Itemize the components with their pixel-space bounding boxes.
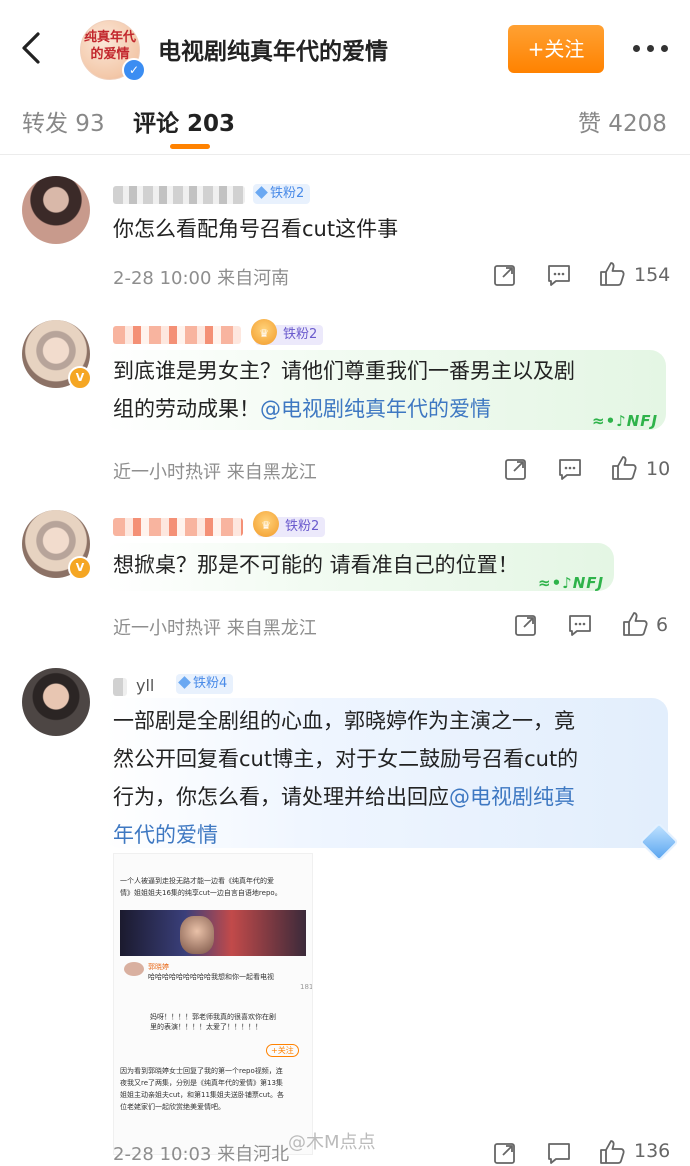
- active-tab-indicator: [170, 144, 210, 149]
- verified-icon: ✓: [122, 58, 146, 82]
- video-thumbnail: [120, 910, 306, 956]
- repost-button[interactable]: [503, 456, 529, 482]
- like-count: 10: [646, 458, 671, 480]
- comment-item: V ♛ 铁粉2 想掀桌？那是不可能的 请看准自己的位置！ ≈•♪NFJ 近一小时热…: [0, 500, 690, 658]
- image-text: 哈哈哈哈哈哈哈哈哈我想和你一起看电视: [148, 973, 274, 981]
- poster-avatar: [124, 962, 144, 976]
- like-count: 6: [656, 614, 669, 636]
- face-icon: [180, 916, 214, 954]
- more-options-button[interactable]: [630, 34, 670, 62]
- nfj-decoration-icon: ≈•♪NFJ: [538, 574, 605, 592]
- dot-icon: [661, 45, 668, 52]
- image-text: 位老姥家们一起欣赏绝美爱情吧。: [120, 1103, 225, 1111]
- comment-icon: [559, 459, 581, 480]
- dot-icon: [633, 45, 640, 52]
- image-text: 181: [300, 983, 313, 991]
- comment-meta: 近一小时热评 来自黑龙江: [113, 462, 317, 483]
- thumbs-up-icon: [600, 1140, 625, 1164]
- image-text: 一个人被逼到走投无路才能一边看《纯真年代的爱: [120, 877, 274, 885]
- image-text: 姐姐主动亲姐夫cut，和第11集姐夫送卧铺票cut。各: [120, 1091, 284, 1099]
- image-follow-text: +关注: [266, 1044, 299, 1057]
- mention-link[interactable]: @电视剧纯真: [449, 785, 575, 809]
- comment-item: yll 铁粉4 一部剧是全剧组的心血，郭晓婷作为主演之一，竟 然公开回复看cut…: [0, 658, 690, 1157]
- crown-icon: ♛: [251, 319, 277, 345]
- tab-reposts[interactable]: 转发 93: [22, 104, 105, 138]
- image-text: 妈呀！！！！郭老师我真的很喜欢你在剧: [150, 1013, 276, 1021]
- verified-icon: V: [68, 556, 92, 580]
- repost-button[interactable]: [492, 1140, 518, 1166]
- like-button[interactable]: [598, 260, 626, 288]
- like-button[interactable]: [621, 610, 649, 638]
- comment-item: 铁粉2 你怎么看配角号召看cut这件事 2-28 10:00 来自河南 154: [0, 160, 690, 310]
- comment-text: 你怎么看配角号召看cut这件事: [113, 217, 399, 241]
- diamond-icon: [178, 676, 191, 689]
- dot-icon: [647, 45, 654, 52]
- reply-button[interactable]: [546, 1140, 572, 1166]
- tab-comments[interactable]: 评论 203: [133, 104, 235, 138]
- share-icon: [494, 1143, 515, 1164]
- reply-button[interactable]: [557, 456, 583, 482]
- like-count: 154: [634, 264, 671, 286]
- repost-button[interactable]: [513, 612, 539, 638]
- image-text: 情》姐姐姐夫16集的纯享cut一边自言自语地repo。: [120, 889, 282, 897]
- image-text: 因为看到郭晓婷女士回复了我的第一个repo视频，连: [120, 1067, 283, 1075]
- like-button[interactable]: [598, 1138, 626, 1166]
- follow-button[interactable]: +关注: [508, 25, 604, 73]
- comment-icon: [548, 265, 570, 286]
- comment-meta: 2-28 10:03 来自河北: [113, 1144, 290, 1165]
- like-count: 136: [634, 1140, 671, 1162]
- comment-icon: [548, 1143, 570, 1164]
- comment-meta: 2-28 10:00 来自河南: [113, 268, 290, 289]
- comment-text: 想掀桌？那是不可能的 请看准自己的位置！: [113, 553, 519, 577]
- repost-button[interactable]: [492, 262, 518, 288]
- comment-item: V ♛ 铁粉2 到底谁是男女主？请他们尊重我们一番男主以及剧 组的劳动成果！@电视…: [0, 310, 690, 500]
- comment-text: 一部剧是全剧组的心血，郭晓婷作为主演之一，竟 然公开回复看cut博主，对于女二鼓…: [113, 709, 579, 847]
- share-icon: [515, 615, 536, 636]
- reply-button[interactable]: [567, 612, 593, 638]
- account-name[interactable]: 电视剧纯真年代的爱情: [158, 32, 388, 66]
- top-bar: 纯真年代的爱情 ✓ 电视剧纯真年代的爱情 +关注: [0, 0, 690, 96]
- chevron-left-icon: [22, 32, 40, 64]
- avatar[interactable]: [22, 668, 90, 736]
- username-blurred[interactable]: [113, 678, 127, 696]
- username-blurred[interactable]: [113, 518, 243, 536]
- fan-level-badge: ♛ 铁粉2: [253, 511, 326, 537]
- image-text: 里的表演！！！！太爱了！！！！！: [150, 1023, 262, 1031]
- mention-link[interactable]: @电视剧纯真年代的爱情: [260, 397, 491, 421]
- username-blurred[interactable]: [113, 186, 245, 204]
- watermark: @木M点点: [288, 1132, 376, 1153]
- image-text: 郭晓婷: [148, 963, 169, 971]
- back-button[interactable]: [14, 28, 50, 68]
- diamond-icon: [255, 186, 268, 199]
- image-text: 夜我又re了两集，分别是《纯真年代的爱情》第13集: [120, 1079, 283, 1087]
- fan-level-badge: ♛ 铁粉2: [251, 319, 324, 345]
- crown-icon: ♛: [253, 511, 279, 537]
- comment-image[interactable]: 一个人被逼到走投无路才能一边看《纯真年代的爱 情》姐姐姐夫16集的纯享cut一边…: [113, 853, 313, 1155]
- username[interactable]: yll: [136, 676, 154, 695]
- thumbs-up-icon: [623, 612, 648, 636]
- nfj-decoration-icon: ≈•♪NFJ: [592, 412, 659, 430]
- like-button[interactable]: [610, 454, 638, 482]
- comment-text: 到底谁是男女主？请他们尊重我们一番男主以及剧 组的劳动成果！@电视剧纯真年代的爱…: [113, 359, 575, 421]
- reply-button[interactable]: [546, 262, 572, 288]
- verified-icon: V: [68, 366, 92, 390]
- username-blurred[interactable]: [113, 326, 241, 344]
- tab-likes[interactable]: 赞 4208: [578, 104, 667, 138]
- share-icon: [494, 265, 515, 286]
- fan-level-badge: 铁粉2: [253, 184, 311, 204]
- thumbs-up-icon: [612, 456, 637, 480]
- thumbs-up-icon: [600, 262, 625, 286]
- comment-icon: [569, 615, 591, 636]
- fan-level-badge: 铁粉4: [176, 674, 234, 694]
- comment-meta: 近一小时热评 来自黑龙江: [113, 618, 317, 639]
- tab-bar: 转发 93 评论 203 赞 4208: [0, 96, 690, 155]
- share-icon: [505, 459, 526, 480]
- avatar[interactable]: [22, 176, 90, 244]
- mention-link[interactable]: 年代的爱情: [113, 823, 218, 847]
